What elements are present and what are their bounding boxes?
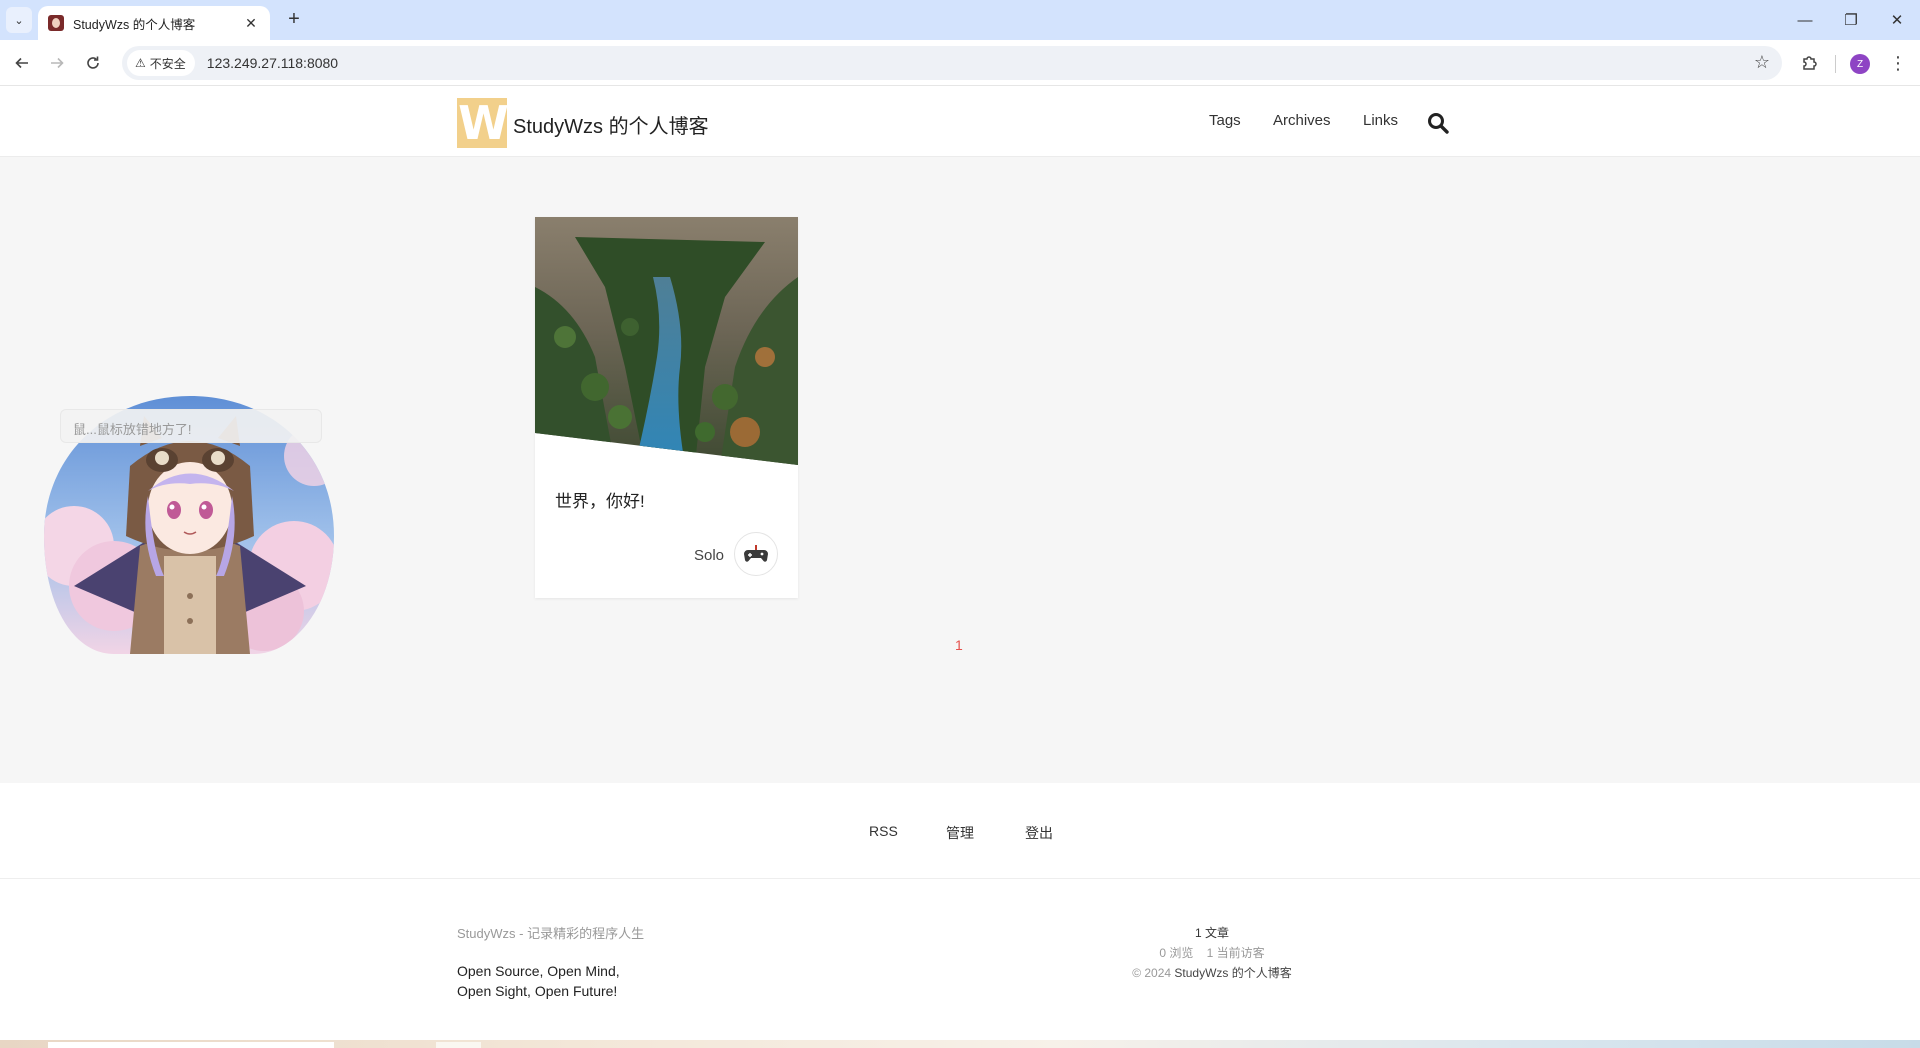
browser-tab-bar: ⌄ StudyWzs 的个人博客 ✕ + — ❐ ✕ <box>0 0 1920 40</box>
arrow-left-icon <box>15 57 28 69</box>
taskbar-window <box>48 1042 334 1048</box>
extensions-button[interactable] <box>1796 49 1824 77</box>
site-header: W StudyWzs 的个人博客 Tags Archives Links <box>0 86 1920 157</box>
footer-motto-line2: Open Sight, Open Future! <box>457 983 618 999</box>
new-tab-button[interactable]: + <box>282 8 306 32</box>
stat-articles: 1 文章 <box>1194 926 1229 940</box>
author-avatar[interactable] <box>734 532 778 576</box>
footer-stats: 1 文章 0 浏览 1 当前访客 © 2024 StudyWzs 的个人博客 <box>1012 923 1412 983</box>
article-author[interactable]: Solo <box>694 547 724 564</box>
close-icon[interactable]: ✕ <box>242 15 260 32</box>
copyright-prefix: © 2024 <box>1132 966 1172 980</box>
arrow-right-icon <box>51 57 64 69</box>
restore-button[interactable]: ❐ <box>1828 0 1874 40</box>
stat-visitors: 1 当前访客 <box>1206 946 1265 960</box>
chevron-down-icon: ⌄ <box>14 14 24 27</box>
warning-icon: ⚠ <box>135 56 146 70</box>
article-card[interactable]: 世界，你好! Solo <box>535 217 798 598</box>
copyright-brand[interactable]: StudyWzs 的个人博客 <box>1174 966 1291 980</box>
bookmark-star-icon[interactable]: ☆ <box>1754 52 1770 73</box>
footer-bottom: StudyWzs - 记录精彩的程序人生 Open Source, Open M… <box>0 879 1920 1040</box>
copyright: © 2024 StudyWzs 的个人博客 <box>1012 963 1412 983</box>
taskbar-strip <box>0 1040 1920 1048</box>
menu-kebab-icon[interactable]: ⋮ <box>1886 49 1910 77</box>
gamepad-icon <box>744 545 768 562</box>
footer-link-rss[interactable]: RSS <box>869 823 898 839</box>
browser-toolbar: ⚠ 不安全 123.249.27.118:8080 ☆ Z ⋮ <box>0 40 1920 86</box>
nav-tags[interactable]: Tags <box>1209 112 1241 129</box>
browser-tab[interactable]: StudyWzs 的个人博客 ✕ <box>38 6 270 40</box>
security-chip[interactable]: ⚠ 不安全 <box>127 50 195 76</box>
url-text[interactable]: 123.249.27.118:8080 <box>207 55 338 71</box>
stat-views-visitors: 0 浏览 1 当前访客 <box>1012 943 1412 963</box>
footer-motto: Open Source, Open Mind, Open Sight, Open… <box>457 961 620 1001</box>
article-title[interactable]: 世界，你好! <box>555 487 645 512</box>
back-button[interactable] <box>8 49 36 77</box>
profile-avatar[interactable]: Z <box>1850 54 1870 74</box>
window-close-button[interactable]: ✕ <box>1874 0 1920 40</box>
mascot-speech-bubble: 鼠...鼠标放错地方了! <box>60 409 322 443</box>
forward-button[interactable] <box>43 49 71 77</box>
toolbar-divider <box>1835 55 1836 73</box>
search-icon[interactable] <box>1426 111 1450 135</box>
site-title[interactable]: StudyWzs 的个人博客 <box>513 110 709 139</box>
favicon-icon <box>48 15 64 31</box>
address-bar[interactable]: ⚠ 不安全 123.249.27.118:8080 ☆ <box>122 46 1782 80</box>
site-logo[interactable]: W <box>457 98 509 148</box>
tab-search-button[interactable]: ⌄ <box>6 7 32 33</box>
footer-link-logout[interactable]: 登出 <box>1025 823 1053 843</box>
footer-tagline: StudyWzs - 记录精彩的程序人生 <box>457 926 645 941</box>
nav-links[interactable]: Links <box>1363 112 1398 129</box>
security-label: 不安全 <box>149 56 186 71</box>
taskbar-window <box>436 1042 481 1048</box>
puzzle-icon <box>1803 56 1817 70</box>
footer-link-admin[interactable]: 管理 <box>946 823 974 843</box>
stat-views: 0 浏览 <box>1159 946 1194 960</box>
reload-button[interactable] <box>79 49 107 77</box>
minimize-button[interactable]: — <box>1782 0 1828 40</box>
article-thumbnail[interactable] <box>535 217 798 465</box>
footer-links: RSS 管理 登出 <box>0 783 1920 879</box>
tab-title: StudyWzs 的个人博客 <box>73 17 196 32</box>
nav-archives[interactable]: Archives <box>1273 112 1331 129</box>
footer-motto-line1: Open Source, Open Mind, <box>457 963 620 979</box>
reload-icon <box>87 56 99 69</box>
pagination-current-page[interactable]: 1 <box>955 637 963 653</box>
